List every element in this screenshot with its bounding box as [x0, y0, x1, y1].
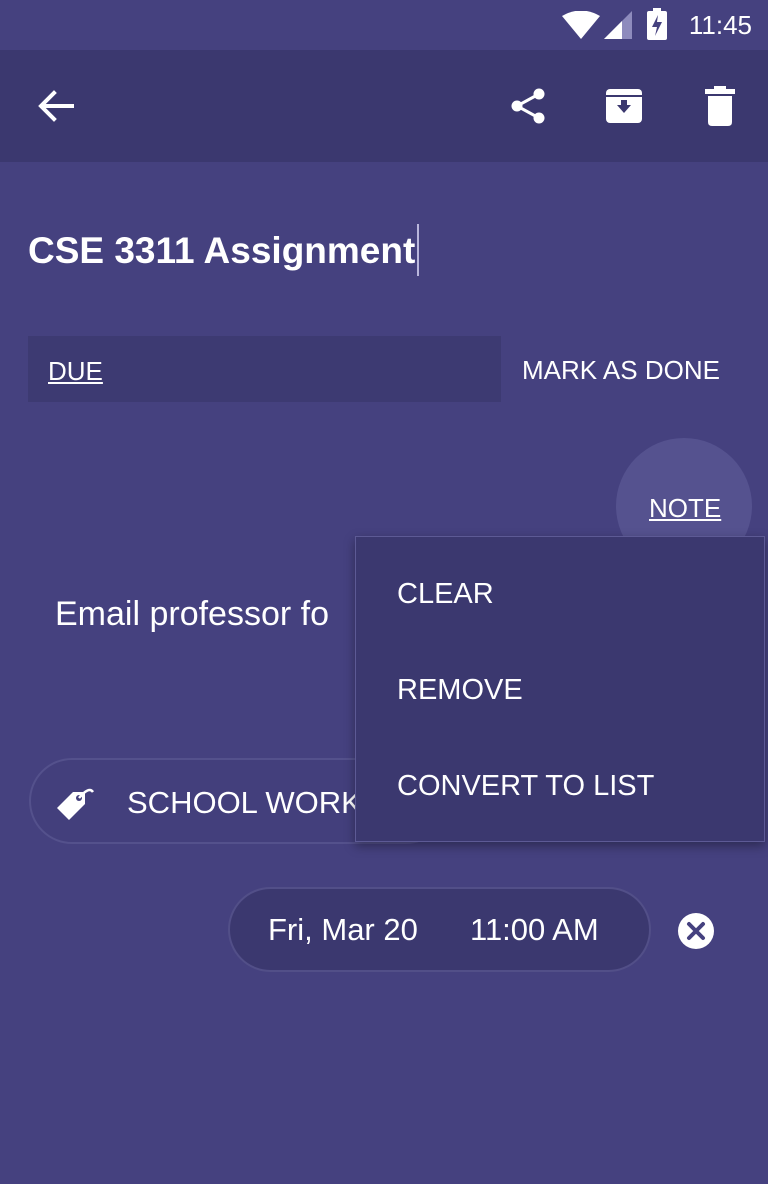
overflow-menu: CLEAR REMOVE CONVERT TO LIST — [355, 536, 765, 842]
share-icon — [511, 88, 545, 124]
status-time: 11:45 — [688, 10, 752, 40]
due-field[interactable]: DUE — [28, 336, 501, 402]
tag-icon — [57, 788, 95, 820]
menu-item-clear[interactable]: CLEAR — [356, 556, 764, 652]
reminder-date: Fri, Mar 20 — [268, 912, 418, 947]
share-button[interactable] — [500, 78, 556, 134]
menu-item-convert-to-list[interactable]: CONVERT TO LIST — [356, 748, 764, 844]
reminder-time: 11:00 AM — [470, 912, 599, 947]
menu-item-label: CLEAR — [397, 578, 494, 610]
menu-item-label: REMOVE — [397, 674, 523, 706]
note-button[interactable]: NOTE — [649, 493, 721, 523]
back-button[interactable] — [28, 78, 84, 134]
wifi-icon — [562, 11, 600, 39]
tag-label: SCHOOL WORK — [127, 785, 362, 820]
menu-item-label: CONVERT TO LIST — [397, 770, 655, 802]
note-body-text[interactable]: Email professor fo — [55, 594, 329, 634]
reminder-chip[interactable]: Fri, Mar 20 11:00 AM — [228, 887, 651, 972]
back-arrow-icon — [38, 90, 74, 122]
due-label: DUE — [48, 356, 103, 386]
note-title-text: CSE 3311 Assignment — [28, 230, 416, 271]
mark-as-done-button[interactable]: MARK AS DONE — [522, 355, 720, 385]
app-bar — [0, 50, 768, 162]
note-title-input[interactable]: CSE 3311 Assignment — [28, 224, 420, 279]
archive-button[interactable] — [596, 78, 652, 134]
status-bar: 11:45 — [0, 0, 768, 50]
delete-button[interactable] — [692, 78, 748, 134]
text-cursor — [417, 224, 420, 277]
battery-charging-icon — [647, 8, 667, 40]
archive-icon — [606, 89, 642, 123]
cell-signal-icon — [604, 11, 632, 39]
menu-item-remove[interactable]: REMOVE — [356, 652, 764, 748]
trash-icon — [705, 86, 735, 126]
clear-circle-icon[interactable] — [677, 912, 715, 950]
